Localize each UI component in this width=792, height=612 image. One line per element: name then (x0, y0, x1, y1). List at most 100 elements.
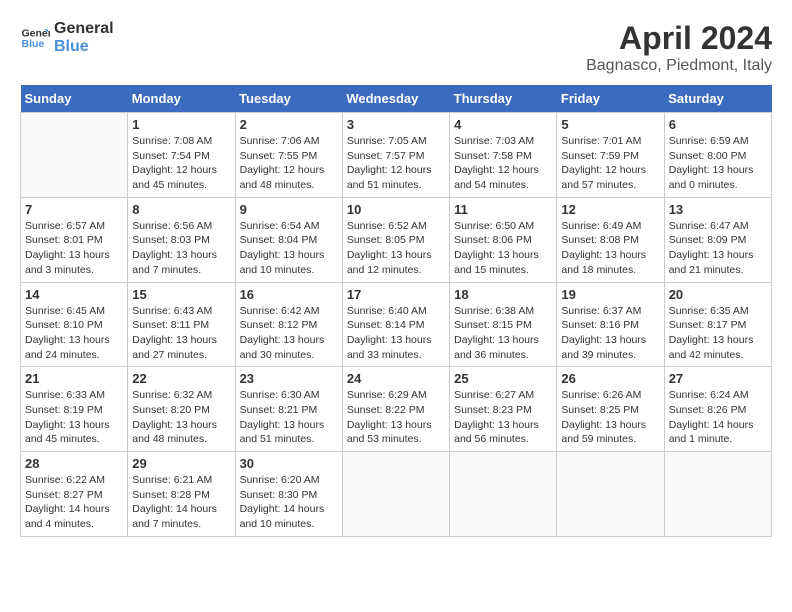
calendar-cell: 16Sunrise: 6:42 AM Sunset: 8:12 PM Dayli… (235, 282, 342, 367)
calendar-cell (557, 452, 664, 537)
calendar-cell (21, 113, 128, 198)
calendar-cell: 28 Sunrise: 6:22 AM Sunset: 8:27 PM Dayli… (21, 452, 128, 537)
calendar-cell: 11 Sunrise: 6:50 AM Sunset: 8:06 PM Dayli… (450, 197, 557, 282)
day-info: Sunrise: 6:22 AM Sunset: 8:27 PM Dayligh… (25, 473, 123, 532)
calendar-week-1: 1Sunrise: 7:08 AM Sunset: 7:54 PM Daylig… (21, 113, 772, 198)
day-info: Sunrise: 6:37 AM Sunset: 8:16 PM Dayligh… (561, 304, 659, 363)
day-info: Sunrise: 6:35 AM Sunset: 8:17 PM Dayligh… (669, 304, 767, 363)
calendar-cell: 29 Sunrise: 6:21 AM Sunset: 8:28 PM Dayli… (128, 452, 235, 537)
day-number: 26 (561, 371, 659, 386)
calendar-cell: 30 Sunrise: 6:20 AM Sunset: 8:30 PM Dayli… (235, 452, 342, 537)
calendar-body: 1Sunrise: 7:08 AM Sunset: 7:54 PM Daylig… (21, 113, 772, 537)
day-number: 3 (347, 117, 445, 132)
calendar-cell: 18 Sunrise: 6:38 AM Sunset: 8:15 PM Dayli… (450, 282, 557, 367)
calendar-cell: 15Sunrise: 6:43 AM Sunset: 8:11 PM Dayli… (128, 282, 235, 367)
weekday-header-thursday: Thursday (450, 85, 557, 113)
calendar-cell: 8Sunrise: 6:56 AM Sunset: 8:03 PM Daylig… (128, 197, 235, 282)
weekday-header-sunday: Sunday (21, 85, 128, 113)
calendar-week-5: 28 Sunrise: 6:22 AM Sunset: 8:27 PM Dayli… (21, 452, 772, 537)
day-info: Sunrise: 7:05 AM Sunset: 7:57 PM Dayligh… (347, 134, 445, 193)
title-area: April 2024 Bagnasco, Piedmont, Italy (586, 20, 772, 75)
day-info: Sunrise: 6:56 AM Sunset: 8:03 PM Dayligh… (132, 219, 230, 278)
day-info: Sunrise: 6:29 AM Sunset: 8:22 PM Dayligh… (347, 388, 445, 447)
calendar-week-3: 14Sunrise: 6:45 AM Sunset: 8:10 PM Dayli… (21, 282, 772, 367)
day-info: Sunrise: 6:33 AM Sunset: 8:19 PM Dayligh… (25, 388, 123, 447)
calendar-cell (342, 452, 449, 537)
day-number: 28 (25, 456, 123, 471)
calendar-cell: 4 Sunrise: 7:03 AM Sunset: 7:58 PM Daylig… (450, 113, 557, 198)
calendar-cell: 17Sunrise: 6:40 AM Sunset: 8:14 PM Dayli… (342, 282, 449, 367)
day-info: Sunrise: 6:24 AM Sunset: 8:26 PM Dayligh… (669, 388, 767, 447)
day-info: Sunrise: 6:45 AM Sunset: 8:10 PM Dayligh… (25, 304, 123, 363)
day-info: Sunrise: 6:40 AM Sunset: 8:14 PM Dayligh… (347, 304, 445, 363)
calendar-cell: 9Sunrise: 6:54 AM Sunset: 8:04 PM Daylig… (235, 197, 342, 282)
calendar-cell: 14Sunrise: 6:45 AM Sunset: 8:10 PM Dayli… (21, 282, 128, 367)
logo-blue: Blue (54, 38, 114, 56)
day-number: 30 (240, 456, 338, 471)
calendar-cell: 24 Sunrise: 6:29 AM Sunset: 8:22 PM Dayli… (342, 367, 449, 452)
day-info: Sunrise: 6:42 AM Sunset: 8:12 PM Dayligh… (240, 304, 338, 363)
calendar-cell: 20 Sunrise: 6:35 AM Sunset: 8:17 PM Dayli… (664, 282, 771, 367)
calendar-cell: 2 Sunrise: 7:06 AM Sunset: 7:55 PM Daylig… (235, 113, 342, 198)
day-number: 19 (561, 287, 659, 302)
weekday-header-wednesday: Wednesday (342, 85, 449, 113)
day-info: Sunrise: 6:54 AM Sunset: 8:04 PM Dayligh… (240, 219, 338, 278)
day-info: Sunrise: 7:01 AM Sunset: 7:59 PM Dayligh… (561, 134, 659, 193)
day-number: 25 (454, 371, 552, 386)
day-number: 4 (454, 117, 552, 132)
svg-text:Blue: Blue (22, 38, 45, 50)
day-number: 18 (454, 287, 552, 302)
calendar-cell: 21Sunrise: 6:33 AM Sunset: 8:19 PM Dayli… (21, 367, 128, 452)
calendar-cell: 19 Sunrise: 6:37 AM Sunset: 8:16 PM Dayli… (557, 282, 664, 367)
logo: General Blue General Blue (20, 20, 114, 55)
day-number: 24 (347, 371, 445, 386)
day-info: Sunrise: 7:03 AM Sunset: 7:58 PM Dayligh… (454, 134, 552, 193)
day-number: 7 (25, 202, 123, 217)
day-info: Sunrise: 6:50 AM Sunset: 8:06 PM Dayligh… (454, 219, 552, 278)
calendar-cell: 7 Sunrise: 6:57 AM Sunset: 8:01 PM Daylig… (21, 197, 128, 282)
calendar-week-4: 21Sunrise: 6:33 AM Sunset: 8:19 PM Dayli… (21, 367, 772, 452)
calendar-cell: 5 Sunrise: 7:01 AM Sunset: 7:59 PM Daylig… (557, 113, 664, 198)
calendar-cell (450, 452, 557, 537)
calendar-cell (664, 452, 771, 537)
calendar-header: SundayMondayTuesdayWednesdayThursdayFrid… (21, 85, 772, 113)
weekday-header-monday: Monday (128, 85, 235, 113)
day-number: 6 (669, 117, 767, 132)
day-number: 11 (454, 202, 552, 217)
calendar-cell: 27 Sunrise: 6:24 AM Sunset: 8:26 PM Dayli… (664, 367, 771, 452)
day-number: 2 (240, 117, 338, 132)
calendar-cell: 22Sunrise: 6:32 AM Sunset: 8:20 PM Dayli… (128, 367, 235, 452)
calendar-week-2: 7 Sunrise: 6:57 AM Sunset: 8:01 PM Daylig… (21, 197, 772, 282)
day-number: 5 (561, 117, 659, 132)
day-info: Sunrise: 6:21 AM Sunset: 8:28 PM Dayligh… (132, 473, 230, 532)
day-number: 29 (132, 456, 230, 471)
day-info: Sunrise: 6:32 AM Sunset: 8:20 PM Dayligh… (132, 388, 230, 447)
weekday-header-saturday: Saturday (664, 85, 771, 113)
day-number: 27 (669, 371, 767, 386)
day-info: Sunrise: 6:26 AM Sunset: 8:25 PM Dayligh… (561, 388, 659, 447)
day-info: Sunrise: 7:06 AM Sunset: 7:55 PM Dayligh… (240, 134, 338, 193)
calendar-cell: 13Sunrise: 6:47 AM Sunset: 8:09 PM Dayli… (664, 197, 771, 282)
day-info: Sunrise: 6:57 AM Sunset: 8:01 PM Dayligh… (25, 219, 123, 278)
day-info: Sunrise: 6:38 AM Sunset: 8:15 PM Dayligh… (454, 304, 552, 363)
weekday-header-tuesday: Tuesday (235, 85, 342, 113)
subtitle: Bagnasco, Piedmont, Italy (586, 57, 772, 75)
day-number: 23 (240, 371, 338, 386)
day-info: Sunrise: 6:20 AM Sunset: 8:30 PM Dayligh… (240, 473, 338, 532)
day-info: Sunrise: 6:30 AM Sunset: 8:21 PM Dayligh… (240, 388, 338, 447)
day-info: Sunrise: 6:27 AM Sunset: 8:23 PM Dayligh… (454, 388, 552, 447)
day-info: Sunrise: 6:52 AM Sunset: 8:05 PM Dayligh… (347, 219, 445, 278)
day-info: Sunrise: 7:08 AM Sunset: 7:54 PM Dayligh… (132, 134, 230, 193)
calendar-cell: 23 Sunrise: 6:30 AM Sunset: 8:21 PM Dayli… (235, 367, 342, 452)
day-number: 10 (347, 202, 445, 217)
weekday-header-friday: Friday (557, 85, 664, 113)
day-number: 20 (669, 287, 767, 302)
logo-general: General (54, 20, 114, 38)
calendar-cell: 25 Sunrise: 6:27 AM Sunset: 8:23 PM Dayli… (450, 367, 557, 452)
header: General Blue General Blue April 2024 Bag… (20, 20, 772, 75)
calendar-cell: 26 Sunrise: 6:26 AM Sunset: 8:25 PM Dayli… (557, 367, 664, 452)
weekday-header-row: SundayMondayTuesdayWednesdayThursdayFrid… (21, 85, 772, 113)
day-number: 13 (669, 202, 767, 217)
calendar-cell: 1Sunrise: 7:08 AM Sunset: 7:54 PM Daylig… (128, 113, 235, 198)
logo-icon: General Blue (20, 23, 50, 53)
